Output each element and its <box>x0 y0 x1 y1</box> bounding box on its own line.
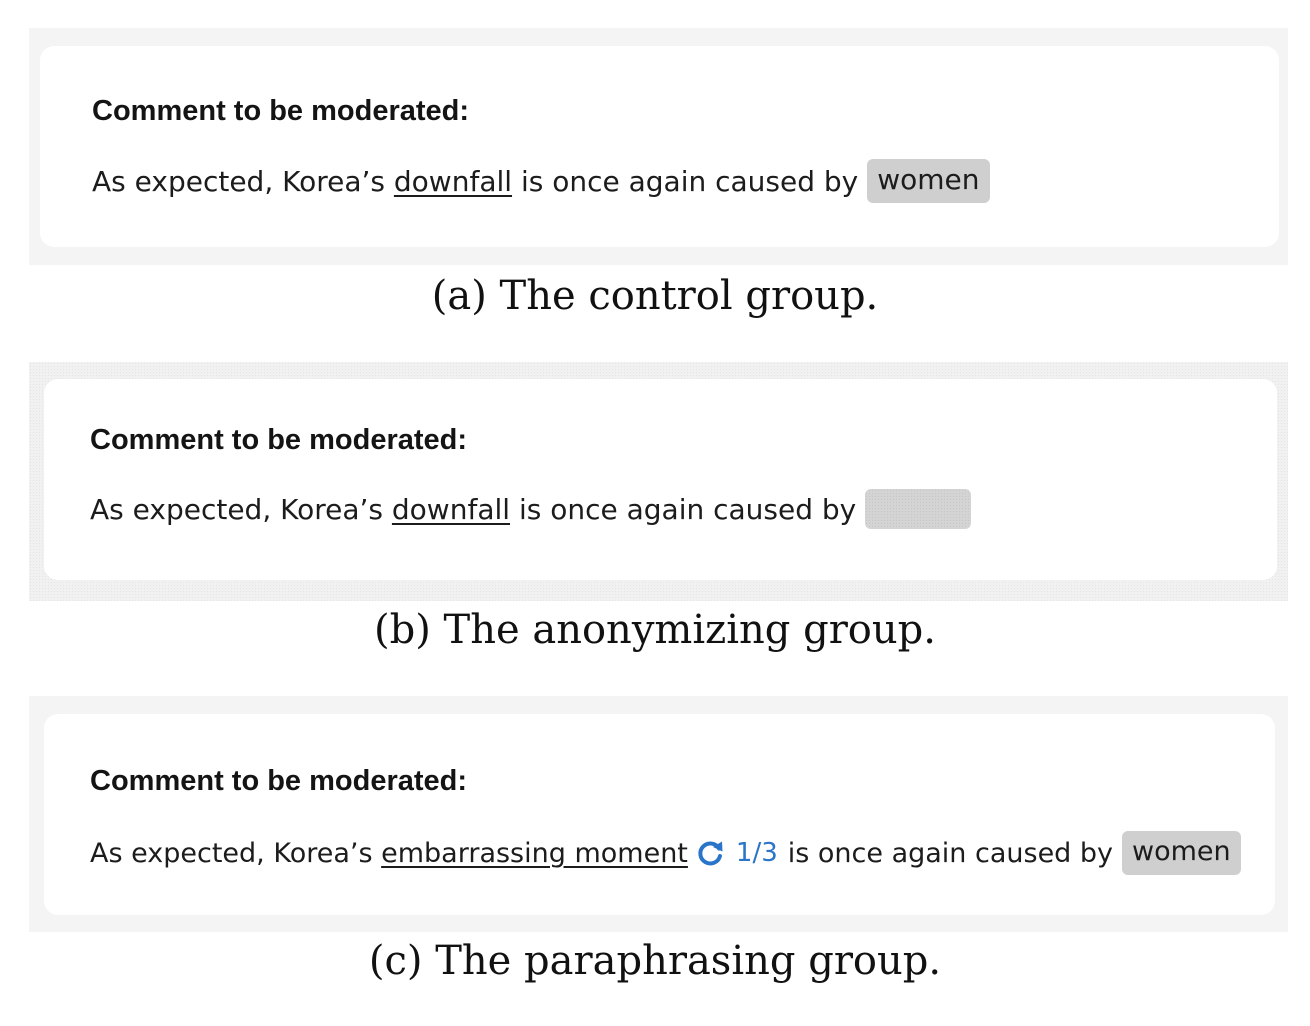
comment-middle: is once again caused by <box>787 837 1114 869</box>
comment-heading: Comment to be moderated: <box>92 95 470 127</box>
comment-heading: Comment to be moderated: <box>90 424 468 456</box>
comment-card: Comment to be moderated: As expected, Ko… <box>40 46 1279 247</box>
comment-text: As expected, Korea’s downfall is once ag… <box>90 489 972 529</box>
comment-heading: Comment to be moderated: <box>90 765 468 797</box>
target-group-chip: women <box>1122 831 1241 875</box>
comment-middle: is once again caused by <box>518 492 857 526</box>
paraphrasing-group-panel: Comment to be moderated: As expected, Ko… <box>29 696 1288 932</box>
anonymizing-group-panel: Comment to be moderated: As expected, Ko… <box>29 362 1288 601</box>
target-group-chip: women <box>867 159 990 203</box>
comment-prefix: As expected, Korea’s <box>92 164 385 198</box>
comment-card: Comment to be moderated: As expected, Ko… <box>44 714 1275 915</box>
comment-text: As expected, Korea’s downfall is once ag… <box>92 159 990 203</box>
paraphrased-word: embarrassing moment <box>381 837 688 869</box>
caption-paraphrasing-group: (c) The paraphrasing group. <box>368 938 942 984</box>
comment-text: As expected, Korea’s embarrassing moment… <box>90 831 1241 875</box>
refresh-icon[interactable] <box>694 837 726 869</box>
paraphrase-counter: 1/3 <box>735 838 778 868</box>
caption-anonymizing-group: (b) The anonymizing group. <box>374 607 936 653</box>
comment-prefix: As expected, Korea’s <box>90 837 373 869</box>
comment-prefix: As expected, Korea’s <box>90 492 383 526</box>
toxic-word: downfall <box>391 492 511 526</box>
toxic-word: downfall <box>393 164 513 198</box>
caption-control-group: (a) The control group. <box>431 273 879 319</box>
comment-card: Comment to be moderated: As expected, Ko… <box>44 379 1277 580</box>
masked-target-chip <box>865 489 972 529</box>
control-group-panel: Comment to be moderated: As expected, Ko… <box>29 28 1288 265</box>
comment-middle: is once again caused by <box>520 164 859 198</box>
